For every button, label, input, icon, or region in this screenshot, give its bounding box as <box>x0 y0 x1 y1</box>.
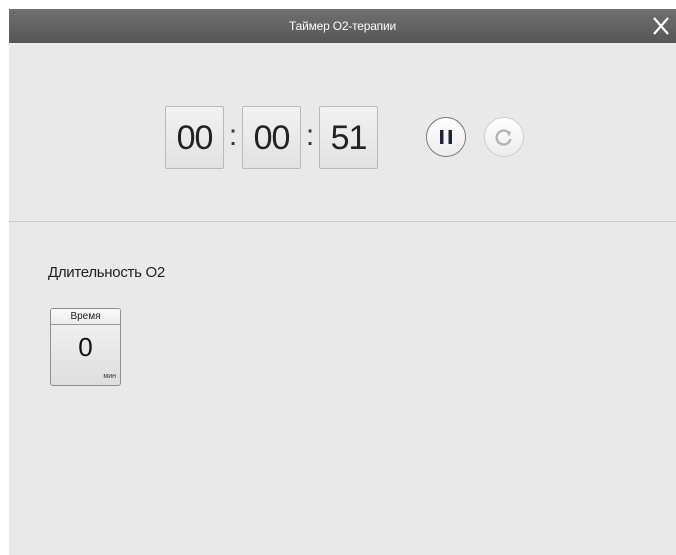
close-button[interactable] <box>646 9 676 43</box>
pause-icon <box>440 130 452 144</box>
colon-separator: : <box>228 119 238 152</box>
duration-value: 0 <box>78 332 93 362</box>
duration-unit: мин <box>103 373 116 380</box>
pause-button[interactable] <box>426 117 466 157</box>
colon-separator: : <box>305 119 315 152</box>
title-bar: Таймер O2-терапии <box>9 9 676 43</box>
card-header: Время <box>51 309 120 325</box>
close-icon <box>653 17 669 35</box>
duration-time-card[interactable]: Время 0 мин <box>50 308 121 386</box>
o2-timer-window: Таймер O2-терапии 00 : 00 : 51 Длительно… <box>9 9 676 555</box>
duration-label: Длительность O2 <box>48 264 165 281</box>
seconds-display: 51 <box>319 106 378 169</box>
reset-icon <box>495 129 512 146</box>
hours-display: 00 <box>165 106 224 169</box>
minutes-display: 00 <box>242 106 301 169</box>
timer-display: 00 : 00 : 51 <box>9 43 676 221</box>
section-divider <box>9 221 676 222</box>
window-title: Таймер O2-терапии <box>289 19 396 33</box>
reset-button[interactable] <box>484 117 524 157</box>
